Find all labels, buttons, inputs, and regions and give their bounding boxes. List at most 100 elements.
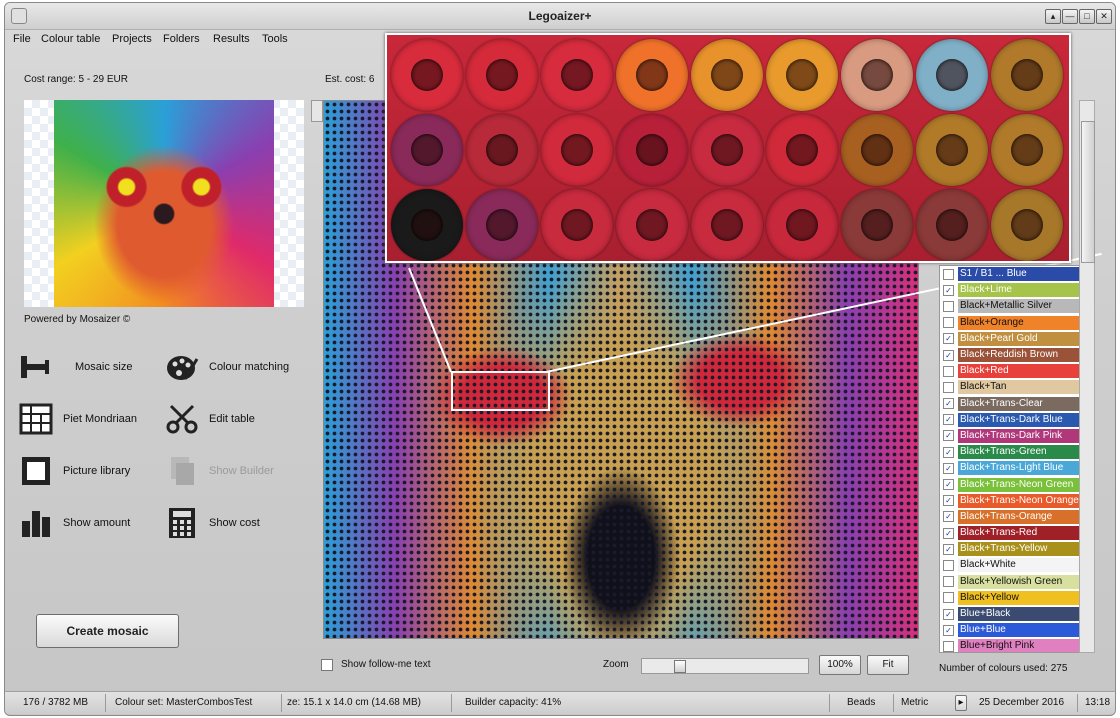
colour-list-item[interactable]: ✓ Black+Lime xyxy=(940,282,1080,298)
colour-checkbox[interactable]: ✓ xyxy=(943,284,954,296)
bead-ring xyxy=(691,39,763,111)
zoom-selection-rect[interactable] xyxy=(451,371,550,411)
colour-checkbox[interactable]: ✓ xyxy=(943,462,954,474)
colour-checkbox[interactable] xyxy=(943,592,954,604)
menu-projects[interactable]: Projects xyxy=(112,33,152,45)
zoom-100-button[interactable]: 100% xyxy=(819,655,861,675)
colour-list-item[interactable]: Black+Yellowish Green xyxy=(940,574,1080,590)
show-builder-button[interactable]: Show Builder xyxy=(165,451,274,491)
colour-list-item[interactable]: Black+Red xyxy=(940,363,1080,379)
colour-swatch-label: Black+Trans-Yellow xyxy=(958,542,1080,557)
colour-list-item[interactable]: ✓ Black+Reddish Brown xyxy=(940,347,1080,363)
colour-checkbox[interactable]: ✓ xyxy=(943,479,954,491)
colour-list-item[interactable]: Blue+Bright Pink xyxy=(940,638,1080,652)
status-beads[interactable]: Beads xyxy=(847,697,875,708)
mosaic-size-button[interactable]: Mosaic size xyxy=(19,347,132,387)
colour-checkbox[interactable]: ✓ xyxy=(943,349,954,361)
bead-ring xyxy=(391,189,463,261)
follow-me-checkbox[interactable] xyxy=(321,659,333,671)
colour-checkbox[interactable]: ✓ xyxy=(943,511,954,523)
create-mosaic-button[interactable]: Create mosaic xyxy=(36,614,179,648)
bead-ring xyxy=(541,39,613,111)
colour-list-item[interactable]: ✓ Black+Trans-Dark Blue xyxy=(940,412,1080,428)
colour-checkbox[interactable]: ✓ xyxy=(943,495,954,507)
menu-results[interactable]: Results xyxy=(213,33,250,45)
colour-checkbox[interactable]: ✓ xyxy=(943,543,954,555)
colour-list-item[interactable]: Black+Yellow xyxy=(940,590,1080,606)
colour-checkbox[interactable]: ✓ xyxy=(943,333,954,345)
colour-list-item[interactable]: Black+Orange xyxy=(940,315,1080,331)
colour-checkbox[interactable]: ✓ xyxy=(943,527,954,539)
colour-list-item[interactable]: ✓ Black+Trans-Neon Green xyxy=(940,476,1080,492)
colour-swatch-label: Black+Orange xyxy=(958,315,1080,330)
status-memory: 176 / 3782 MB xyxy=(23,697,89,708)
status-metric[interactable]: Metric xyxy=(901,697,928,708)
colour-list-item[interactable]: ✓ Black+Trans-Green xyxy=(940,444,1080,460)
colour-checkbox[interactable]: ✓ xyxy=(943,430,954,442)
colour-list-item[interactable]: S1 / B1 ... Blue xyxy=(940,266,1080,282)
colour-list-item[interactable]: Black+Metallic Silver xyxy=(940,298,1080,314)
close-button[interactable]: ✕ xyxy=(1096,9,1112,24)
menu-folders[interactable]: Folders xyxy=(163,33,200,45)
calculator-icon xyxy=(165,506,199,540)
colour-checkbox[interactable] xyxy=(943,559,954,571)
scrollbar-thumb[interactable] xyxy=(1081,121,1095,263)
colour-list-item[interactable]: Black+Tan xyxy=(940,379,1080,395)
zoom-slider[interactable] xyxy=(641,658,809,674)
show-amount-button[interactable]: Show amount xyxy=(19,503,130,543)
colour-matching-button[interactable]: Colour matching xyxy=(165,347,289,387)
rollup-button[interactable]: ▴ xyxy=(1045,9,1061,24)
colour-checkbox[interactable] xyxy=(943,300,954,312)
minimize-button[interactable]: — xyxy=(1062,9,1078,24)
colour-checkbox[interactable]: ✓ xyxy=(943,608,954,620)
bar-chart-icon xyxy=(19,506,53,540)
colour-checkbox[interactable] xyxy=(943,365,954,377)
colour-checkbox[interactable]: ✓ xyxy=(943,446,954,458)
colour-swatch-label: Blue+Black xyxy=(958,607,1080,622)
colour-list-item[interactable]: ✓ Black+Trans-Neon Orange xyxy=(940,493,1080,509)
menu-file[interactable]: File xyxy=(13,33,31,45)
window-title: Legoaizer+ xyxy=(528,9,592,23)
colour-swatch-label: Black+Trans-Dark Blue xyxy=(958,412,1080,427)
colour-swatch-label: Black+White xyxy=(958,558,1080,573)
app-window: Legoaizer+ ▴ — □ ✕ File Colour table Pro… xyxy=(4,2,1116,716)
colour-checkbox[interactable] xyxy=(943,317,954,329)
maximize-button[interactable]: □ xyxy=(1079,9,1095,24)
colour-swatch-label: Black+Trans-Green xyxy=(958,445,1080,460)
colour-list-item[interactable]: ✓ Black+Trans-Orange xyxy=(940,509,1080,525)
colour-checkbox[interactable] xyxy=(943,640,954,652)
status-time: 13:18 xyxy=(1085,697,1111,708)
picture-library-button[interactable]: Picture library xyxy=(19,451,130,491)
colour-list[interactable]: S1 / B1 ... Blue ✓ Black+Lime Black+Metalli… xyxy=(939,265,1081,653)
colour-list-item[interactable]: ✓ Black+Trans-Yellow xyxy=(940,541,1080,557)
colour-list-item[interactable]: ✓ Black+Trans-Clear xyxy=(940,396,1080,412)
edit-table-button[interactable]: Edit table xyxy=(165,399,255,439)
menu-tools[interactable]: Tools xyxy=(262,33,288,45)
colour-list-scrollbar[interactable] xyxy=(1079,100,1095,653)
piet-mondriaan-button[interactable]: Piet Mondriaan xyxy=(19,399,137,439)
colour-checkbox[interactable]: ✓ xyxy=(943,398,954,410)
colour-checkbox[interactable] xyxy=(943,576,954,588)
panel-scroll-arrow[interactable] xyxy=(311,100,323,122)
colour-swatch-label: Black+Tan xyxy=(958,380,1080,395)
colour-list-item[interactable]: ✓ Black+Trans-Dark Pink xyxy=(940,428,1080,444)
show-cost-button[interactable]: Show cost xyxy=(165,503,260,543)
colour-checkbox[interactable] xyxy=(943,381,954,393)
colour-checkbox[interactable] xyxy=(943,268,954,280)
colour-list-item[interactable]: ✓ Black+Trans-Red xyxy=(940,525,1080,541)
colour-checkbox[interactable]: ✓ xyxy=(943,414,954,426)
status-arrow-button[interactable]: ▸ xyxy=(955,695,967,711)
colour-list-item[interactable]: ✓ Blue+Black xyxy=(940,606,1080,622)
colour-list-item[interactable]: ✓ Black+Pearl Gold xyxy=(940,331,1080,347)
zoom-slider-knob[interactable] xyxy=(674,660,686,673)
menu-colour-table[interactable]: Colour table xyxy=(41,33,100,45)
colour-list-item[interactable]: Black+White xyxy=(940,557,1080,573)
colour-list-item[interactable]: ✓ Black+Trans-Light Blue xyxy=(940,460,1080,476)
follow-me-label: Show follow-me text xyxy=(341,659,431,670)
colour-checkbox[interactable]: ✓ xyxy=(943,624,954,636)
zoom-fit-button[interactable]: Fit xyxy=(867,655,909,675)
num-colours-label: Number of colours used: 275 xyxy=(939,663,1068,674)
bead-ring xyxy=(541,189,613,261)
source-image-preview[interactable] xyxy=(24,100,304,307)
colour-list-item[interactable]: ✓ Blue+Blue xyxy=(940,622,1080,638)
